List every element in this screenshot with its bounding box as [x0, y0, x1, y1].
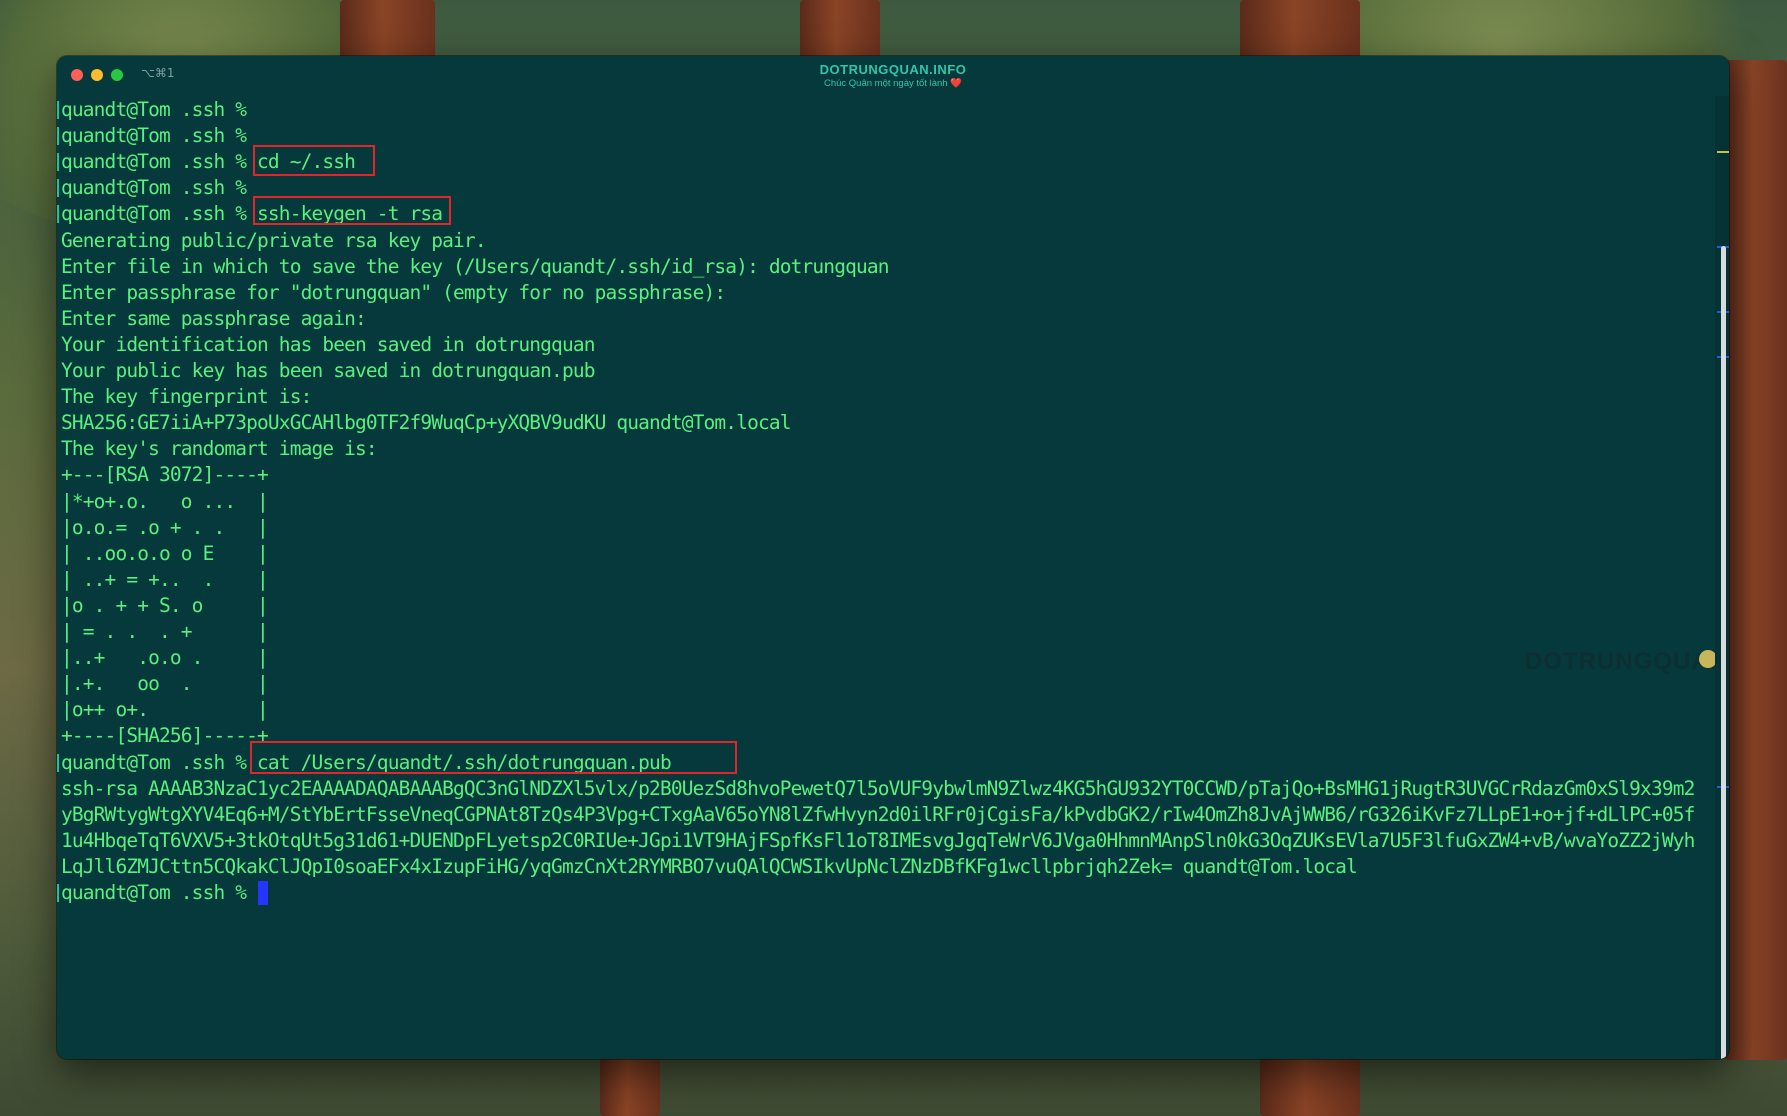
terminal-line: +----[SHA256]-----+	[61, 724, 269, 748]
watermark-text: DOTRUNGQUAN	[1525, 648, 1728, 675]
background-trunk	[1260, 1058, 1360, 1116]
terminal-line: |*+o+.o. o ... |	[61, 489, 269, 513]
terminal-output[interactable]: quandt@Tom .ssh % quandt@Tom .ssh % quandt…	[57, 96, 1715, 1059]
scrollbar-thumb[interactable]	[1721, 246, 1726, 1059]
terminal-line: |o++ o+. |	[61, 698, 269, 722]
terminal-line: quandt@Tom .ssh % cd ~/.ssh	[61, 150, 356, 174]
terminal-window: ⌥⌘1 DOTRUNGQUAN.INFO Chúc Quân một ngày …	[57, 56, 1729, 1059]
prompt-marker	[57, 753, 59, 772]
terminal-line: quandt@Tom .ssh %	[61, 881, 247, 904]
terminal-line: Enter passphrase for "dotrungquan" (empt…	[61, 280, 726, 304]
background-trunk	[1240, 0, 1360, 60]
terminal-line: quandt@Tom .ssh % ssh-keygen -t rsa	[61, 202, 443, 226]
terminal-line: Generating public/private rsa key pair.	[61, 228, 487, 252]
title-bar[interactable]: ⌥⌘1 DOTRUNGQUAN.INFO Chúc Quân một ngày …	[57, 56, 1729, 94]
background-trunk	[1725, 60, 1787, 1060]
prompt-marker	[57, 153, 59, 172]
prompt-marker	[57, 179, 59, 198]
background-trunk	[340, 0, 435, 60]
terminal-line: SHA256:GE7iiA+P73poUxGCAHlbg0TF2f9WuqCp+…	[61, 411, 791, 435]
terminal-line: ssh-rsa AAAAB3NzaC1yc2EAAAADAQABAAABgQC3…	[61, 776, 1695, 800]
terminal-line: Your identification has been saved in do…	[61, 332, 595, 356]
window-subtitle: Chúc Quân một ngày tốt lành ❤️	[823, 78, 963, 89]
terminal-line: |o . + + S. o |	[61, 593, 269, 617]
terminal-line: 1u4HbqeTqT6VXV5+3tkOtqUt5g31d61+DUENDpFL…	[61, 828, 1695, 852]
terminal-line: Your public key has been saved in dotrun…	[61, 359, 595, 382]
text-cursor	[258, 881, 268, 905]
terminal-line: quandt@Tom .ssh %	[61, 176, 247, 200]
terminal-line: The key fingerprint is:	[61, 385, 312, 409]
terminal-line: | = . . . + |	[61, 620, 269, 643]
terminal-line: quandt@Tom .ssh %	[61, 98, 247, 121]
window-title: DOTRUNGQUAN.INFO	[819, 62, 967, 77]
terminal-line: |..+ .o.o . |	[61, 646, 269, 670]
terminal-line: quandt@Tom .ssh % cat /Users/quandt/.ssh…	[61, 750, 672, 774]
prompt-marker	[57, 205, 59, 224]
prompt-marker	[57, 127, 59, 146]
terminal-line: +---[RSA 3072]----+	[61, 463, 269, 487]
terminal-line: LqJll6ZMJCttn5CQkakClJQpI0soaEFx4xIzupFi…	[61, 854, 1358, 878]
prompt-marker	[57, 101, 59, 119]
terminal-line: quandt@Tom .ssh %	[61, 124, 247, 148]
terminal-line: Enter file in which to save the key (/Us…	[61, 254, 889, 278]
terminal-line: | ..oo.o.o o E |	[61, 541, 269, 565]
prompt-marker	[57, 884, 59, 902]
background-trunk	[800, 0, 880, 60]
terminal-line: Enter same passphrase again:	[61, 306, 367, 330]
terminal-line: | ..+ = +.. . |	[61, 567, 269, 591]
terminal-line: yBgRWtygWtgXYV4Eq6+M/StYbErtFsseVneqCGPN…	[61, 802, 1695, 826]
terminal-line: |.+. oo . |	[61, 672, 269, 696]
terminal-line: The key's randomart image is:	[61, 437, 378, 461]
background-trunk	[600, 1058, 660, 1116]
terminal-line: |o.o.= .o + . . |	[61, 515, 269, 539]
scroll-mark	[1717, 151, 1729, 153]
